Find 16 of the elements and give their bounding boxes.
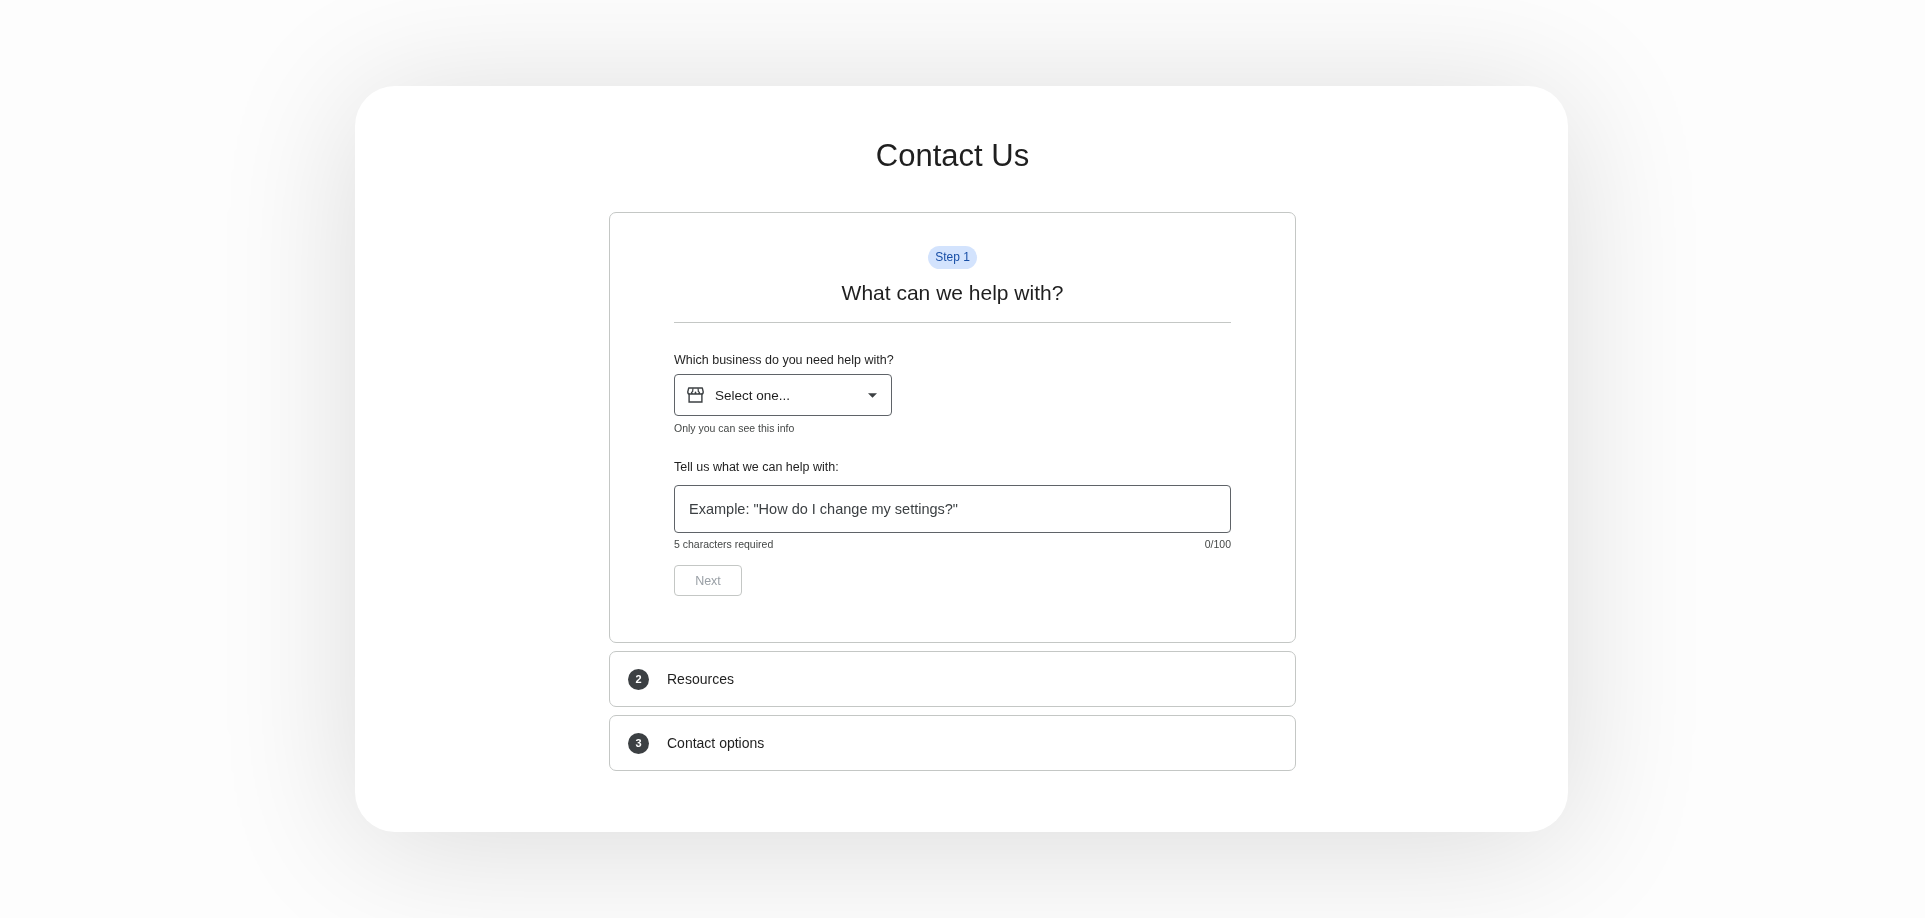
step-title: Resources bbox=[667, 671, 734, 687]
page-title: Contact Us bbox=[874, 137, 1031, 175]
step-number: 3 bbox=[628, 732, 649, 754]
step-badge: Step 1 bbox=[928, 246, 977, 269]
field-label: Tell us what we can help with: bbox=[674, 459, 839, 476]
question-input[interactable]: Example: "How do I change my settings?" bbox=[674, 485, 1231, 533]
helper-text: Only you can see this info bbox=[674, 421, 795, 435]
character-counter: 0/100 bbox=[1204, 537, 1231, 551]
step-number: 2 bbox=[628, 668, 649, 690]
field-label: Which business do you need help with? bbox=[674, 352, 894, 369]
business-select[interactable]: Select one... bbox=[674, 374, 892, 416]
caret-down-icon bbox=[868, 392, 877, 398]
step-heading: What can we help with? bbox=[841, 280, 1064, 306]
helper-text: 5 characters required bbox=[674, 537, 774, 551]
storefront-icon bbox=[687, 387, 704, 403]
step-title: Contact options bbox=[667, 735, 765, 751]
